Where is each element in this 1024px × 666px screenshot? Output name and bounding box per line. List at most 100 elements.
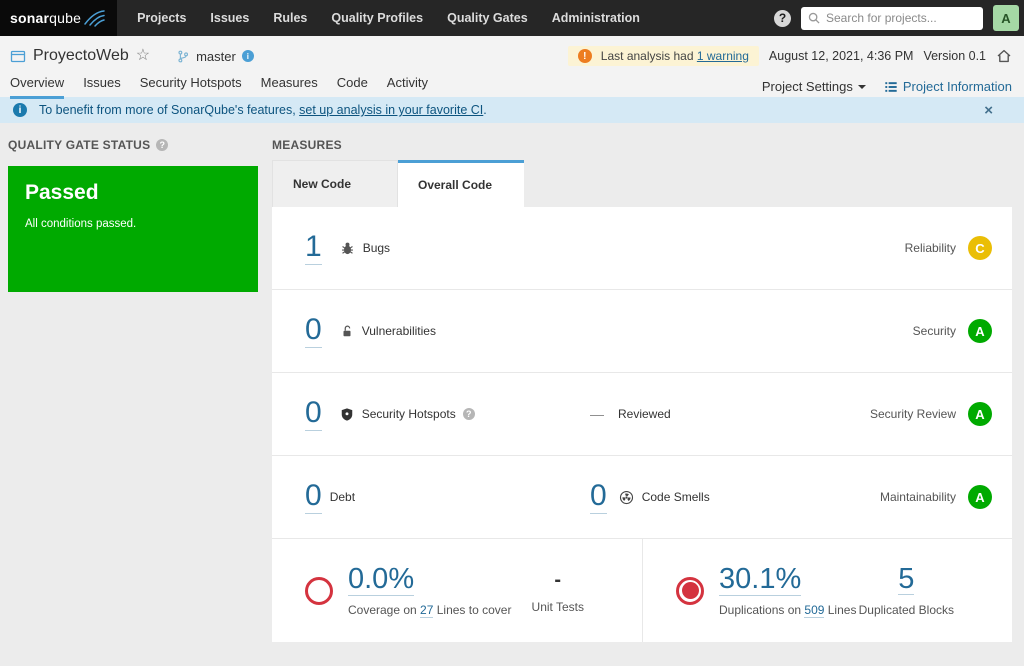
project-tabs: Overview Issues Security Hotspots Measur… xyxy=(10,75,428,99)
tab-overall-code[interactable]: Overall Code xyxy=(398,160,524,207)
bugs-count[interactable]: 1 xyxy=(305,231,322,265)
code-smells-icon xyxy=(619,490,634,505)
bug-icon xyxy=(340,241,355,256)
maintainability-label: Maintainability xyxy=(879,490,956,504)
ci-info-banner: i To benefit from more of SonarQube's fe… xyxy=(0,97,1024,123)
warning-icon: ! xyxy=(577,49,592,63)
nav-item-projects[interactable]: Projects xyxy=(125,0,198,36)
unit-tests-label: Unit Tests xyxy=(531,599,584,614)
coverage-value[interactable]: 0.0% xyxy=(348,564,415,596)
debt-value[interactable]: 0 xyxy=(305,480,322,514)
measures-footer: 0.0% Coverage on 27 Lines to cover - Uni… xyxy=(272,539,1012,642)
measures-title: MEASURES xyxy=(272,138,342,152)
duplications-value[interactable]: 30.1% xyxy=(719,564,802,596)
code-smells-count[interactable]: 0 xyxy=(590,480,607,514)
branch-info-icon[interactable]: i xyxy=(241,50,254,62)
tab-new-code[interactable]: New Code xyxy=(272,160,398,207)
measures-section: MEASURES New Code Overall Code 1 Bugs Re… xyxy=(272,137,1012,642)
nav-item-rules[interactable]: Rules xyxy=(261,0,319,36)
search-icon xyxy=(808,12,820,24)
sonarqube-logo[interactable]: sonarqube xyxy=(0,0,118,36)
search-input[interactable] xyxy=(801,6,983,30)
branch-selector[interactable]: master i xyxy=(176,49,254,64)
coverage-description: Coverage on 27 Lines to cover xyxy=(348,602,512,618)
analysis-date: August 12, 2021, 4:36 PM xyxy=(768,49,914,63)
tab-security-hotspots[interactable]: Security Hotspots xyxy=(140,75,242,99)
logo-swoosh-icon xyxy=(84,9,105,27)
chevron-down-icon xyxy=(857,84,866,89)
measure-row-vulnerabilities: 0 Vulnerabilities Security A xyxy=(272,290,1012,373)
lines-to-cover-link[interactable]: 27 xyxy=(420,602,434,618)
duplications-ring-icon xyxy=(676,576,704,605)
security-hotspots-count[interactable]: 0 xyxy=(305,397,322,431)
close-icon[interactable]: × xyxy=(984,103,993,118)
warning-link[interactable]: 1 warning xyxy=(697,49,749,63)
vulnerabilities-count[interactable]: 0 xyxy=(305,314,322,348)
reliability-label: Reliability xyxy=(904,241,956,255)
info-icon: i xyxy=(13,103,27,117)
favorite-star-icon[interactable]: ☆ xyxy=(136,48,150,64)
nav-item-issues[interactable]: Issues xyxy=(198,0,261,36)
project-information-button[interactable]: Project Information xyxy=(884,79,1012,94)
project-settings-dropdown[interactable]: Project Settings xyxy=(762,79,866,94)
logo-text: sonarqube xyxy=(10,10,82,26)
nav-item-administration[interactable]: Administration xyxy=(540,0,652,36)
branch-icon xyxy=(178,50,189,62)
duplications-card: 30.1% Duplications on 509 Lines 5 Duplic… xyxy=(642,539,1012,642)
security-hotspots-label: Security Hotspots xyxy=(361,407,456,421)
tab-measures[interactable]: Measures xyxy=(261,75,318,99)
ci-setup-link[interactable]: set up analysis in your favorite CI xyxy=(299,103,483,117)
project-icon xyxy=(10,50,26,63)
tab-issues[interactable]: Issues xyxy=(83,75,121,99)
version-label: Version 0.1 xyxy=(923,49,986,63)
quality-gate-section: QUALITY GATE STATUS ? Passed All conditi… xyxy=(8,137,258,642)
reviewed-value: — xyxy=(590,406,604,422)
maintainability-rating-badge[interactable]: A xyxy=(968,485,992,509)
home-icon[interactable] xyxy=(996,48,1012,64)
security-rating-badge[interactable]: A xyxy=(968,319,992,343)
topnav-right: ? A xyxy=(774,5,1024,31)
tab-overview[interactable]: Overview xyxy=(10,75,65,99)
unit-tests-value: - xyxy=(554,568,562,591)
coverage-card: 0.0% Coverage on 27 Lines to cover - Uni… xyxy=(272,539,642,642)
tab-code[interactable]: Code xyxy=(337,75,368,99)
nav-item-quality-gates[interactable]: Quality Gates xyxy=(435,0,540,36)
bugs-label: Bugs xyxy=(362,241,391,255)
open-lock-icon xyxy=(340,324,354,339)
warning-text: Last analysis had 1 warning xyxy=(600,49,749,63)
quality-gate-help-icon[interactable]: ? xyxy=(156,139,169,151)
duplications-description: Duplications on 509 Lines xyxy=(719,602,857,618)
quality-gate-status: Passed xyxy=(25,181,99,204)
shield-icon xyxy=(340,407,354,422)
quality-gate-status-box: Passed All conditions passed. xyxy=(8,166,258,292)
analysis-warning-chip: ! Last analysis had 1 warning xyxy=(567,46,759,66)
debt-label: Debt xyxy=(329,490,356,504)
search-box xyxy=(801,6,983,30)
measures-panel: 1 Bugs Reliability C 0 Vulnerabilities S… xyxy=(272,207,1012,642)
reliability-rating-badge[interactable]: C xyxy=(968,236,992,260)
duplicated-blocks-value[interactable]: 5 xyxy=(898,563,915,596)
measures-tabs: New Code Overall Code xyxy=(272,160,1012,207)
duplicated-lines-link[interactable]: 509 xyxy=(804,602,825,618)
measure-row-maintainability: 0 Debt 0 Code Smells Maintainability A xyxy=(272,456,1012,539)
banner-text: To benefit from more of SonarQube's feat… xyxy=(39,103,487,117)
project-name: ProyectoWeb xyxy=(33,47,129,64)
security-hotspots-help-icon[interactable]: ? xyxy=(462,408,475,420)
reviewed-label: Reviewed xyxy=(618,407,671,421)
main-nav: Projects Issues Rules Quality Profiles Q… xyxy=(125,0,652,36)
quality-gate-title: QUALITY GATE STATUS ? xyxy=(8,137,258,153)
avatar[interactable]: A xyxy=(993,5,1019,31)
top-navbar: sonarqube Projects Issues Rules Quality … xyxy=(0,0,1024,36)
coverage-ring-icon xyxy=(305,576,333,605)
branch-name: master xyxy=(196,48,236,64)
project-header: ProyectoWeb ☆ master i ! Last analysis h… xyxy=(0,36,1024,99)
vulnerabilities-label: Vulnerabilities xyxy=(361,324,436,338)
measure-row-bugs: 1 Bugs Reliability C xyxy=(272,207,1012,290)
nav-item-quality-profiles[interactable]: Quality Profiles xyxy=(319,0,435,36)
quality-gate-subtitle: All conditions passed. xyxy=(25,218,137,230)
security-review-rating-badge[interactable]: A xyxy=(968,402,992,426)
tab-activity[interactable]: Activity xyxy=(387,75,428,99)
overview-content: QUALITY GATE STATUS ? Passed All conditi… xyxy=(0,123,1024,642)
security-review-label: Security Review xyxy=(869,407,956,421)
help-icon[interactable]: ? xyxy=(774,9,791,27)
